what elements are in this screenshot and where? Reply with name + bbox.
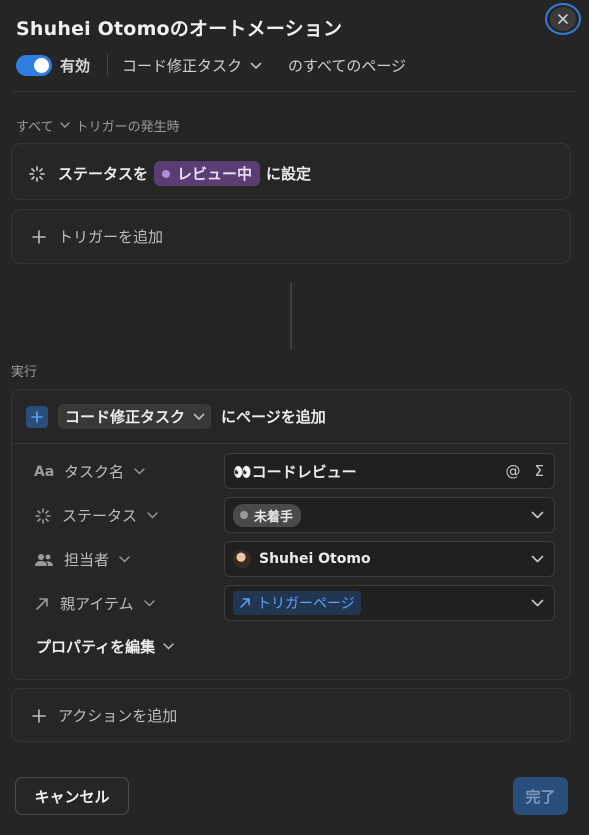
close-button[interactable] (545, 3, 581, 35)
assignee-name: Shuhei Otomo (259, 551, 371, 567)
enabled-toggle[interactable] (16, 55, 52, 76)
trigger-status-value: レビュー中 (177, 165, 253, 183)
chevron-down-icon (531, 555, 544, 563)
status-dot (162, 169, 171, 178)
text-property-icon: Aa (34, 463, 55, 480)
chevron-down-icon (531, 599, 544, 607)
property-name: 親アイテム (60, 595, 134, 613)
action-divider (12, 443, 570, 444)
filter-label: トリガーの発生時 (75, 120, 180, 135)
add-trigger-button[interactable]: トリガーを追加 (11, 209, 571, 264)
chevron-down-icon (531, 511, 544, 519)
status-dot (240, 511, 248, 519)
chevron-down-icon (193, 413, 205, 420)
status-value: 未着手 (254, 509, 294, 525)
header-divider (12, 91, 577, 92)
database-select[interactable]: コード修正タスク (122, 55, 262, 76)
parent-item-select[interactable]: トリガーページ (224, 585, 555, 621)
flow-connector (290, 283, 292, 349)
status-pill: 未着手 (233, 503, 302, 527)
trigger-filter[interactable]: すべて トリガーの発生時 (16, 116, 180, 135)
chevron-down-icon (143, 600, 155, 607)
edit-properties-button[interactable]: プロパティを編集 (36, 636, 174, 657)
trigger-status-pill[interactable]: レビュー中 (154, 161, 261, 186)
add-action-button[interactable]: アクションを追加 (11, 688, 571, 742)
add-page-action-icon (26, 405, 48, 428)
chevron-down-icon (163, 643, 174, 650)
enabled-label: 有効 (60, 57, 91, 75)
execution-section-label: 実行 (11, 365, 38, 380)
automation-dialog: Shuhei Otomoのオートメーション 有効 コード修正タスク のすべてのペ… (0, 0, 589, 835)
action-suffix: にページを追加 (221, 408, 326, 426)
trigger-page-pill: トリガーページ (233, 591, 361, 615)
property-name: タスク名 (64, 463, 125, 481)
add-trigger-label: トリガーを追加 (58, 228, 164, 246)
trigger-suffix: に設定 (266, 165, 312, 183)
task-name-input[interactable]: 👀コードレビュー @ Σ (224, 453, 555, 489)
property-label-status[interactable]: ステータス (34, 505, 158, 526)
action-card: コード修正タスク にページを追加 Aa タスク名 👀コードレビュー @ Σ ステ… (11, 389, 571, 680)
property-label-assignee[interactable]: 担当者 (34, 549, 130, 570)
relation-arrow-icon (240, 598, 250, 608)
parent-item-value: トリガーページ (257, 596, 355, 612)
chevron-down-icon (147, 512, 158, 519)
plus-icon (32, 708, 46, 723)
plus-icon (32, 229, 46, 244)
property-label-parent[interactable]: 親アイテム (34, 593, 155, 614)
property-name: 担当者 (64, 551, 110, 569)
property-name: ステータス (62, 507, 138, 525)
chevron-down-icon (134, 468, 145, 475)
status-spinner-icon (29, 165, 45, 182)
relation-arrow-icon (36, 597, 48, 610)
chevron-down-icon (119, 556, 130, 563)
trigger-prefix: ステータスを (58, 165, 149, 183)
action-database-name: コード修正タスク (65, 408, 186, 426)
database-scope-label: のすべてのページ (288, 57, 407, 75)
cancel-button[interactable]: キャンセル (15, 777, 129, 815)
trigger-card[interactable]: ステータスを レビュー中 に設定 (11, 143, 571, 200)
edit-properties-label: プロパティを編集 (36, 638, 156, 656)
mention-button[interactable]: @ (506, 462, 521, 480)
avatar (233, 550, 251, 568)
filter-all-label: すべて (16, 120, 54, 135)
assignee-select[interactable]: Shuhei Otomo (224, 541, 555, 577)
chevron-down-icon (250, 62, 262, 69)
status-select[interactable]: 未着手 (224, 497, 555, 533)
chevron-down-icon (59, 122, 70, 128)
status-spinner-icon (35, 507, 51, 524)
formula-button[interactable]: Σ (535, 462, 544, 480)
close-icon (558, 14, 568, 24)
divider (107, 54, 108, 76)
dialog-title: Shuhei Otomoのオートメーション (16, 18, 343, 40)
property-label-task-name[interactable]: Aa タスク名 (34, 461, 145, 482)
action-database-select[interactable]: コード修正タスク (58, 404, 212, 429)
task-name-value: 👀コードレビュー (233, 462, 357, 481)
add-action-label: アクションを追加 (58, 707, 178, 725)
database-name: コード修正タスク (122, 57, 243, 75)
people-icon (35, 553, 53, 566)
done-button[interactable]: 完了 (513, 777, 568, 815)
plus-icon (31, 410, 43, 423)
